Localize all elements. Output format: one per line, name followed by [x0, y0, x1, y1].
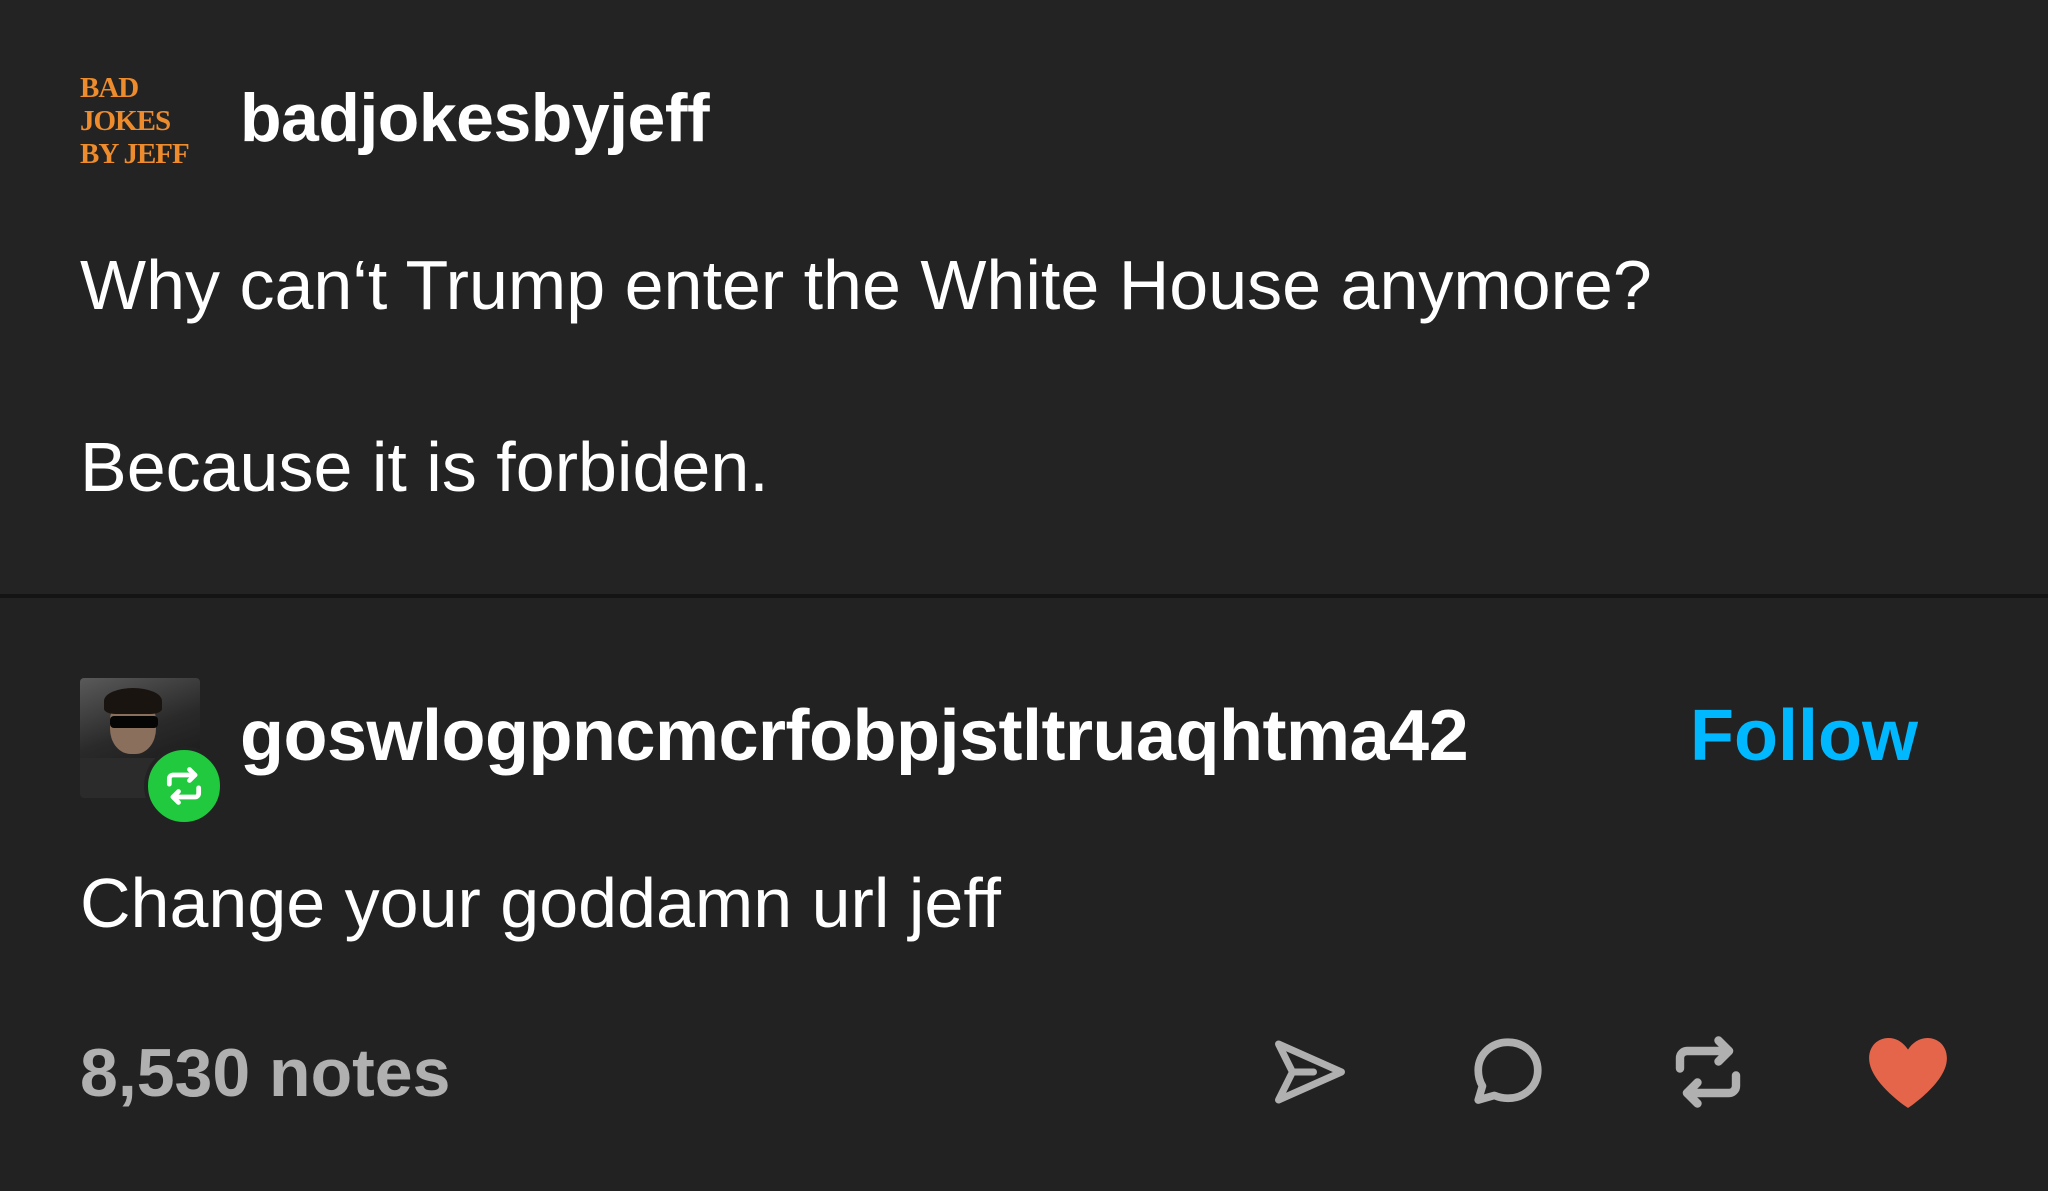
notes-count[interactable]: 8,530 notes — [80, 1028, 450, 1118]
comment-icon — [1474, 1038, 1542, 1104]
logo-line: JOKES — [80, 105, 171, 137]
comment-button[interactable] — [1460, 1024, 1556, 1120]
reblog-button[interactable] — [1660, 1024, 1756, 1120]
reblog-author-username[interactable]: goswlogpncmcrfobpjstltruaqhtma42 — [240, 688, 1469, 784]
post-question: Why can‘t Trump enter the White House an… — [80, 246, 1652, 324]
reblog-icon — [1675, 1036, 1741, 1108]
post-author-username[interactable]: badjokesbyjeff — [240, 70, 710, 166]
share-icon — [1275, 1040, 1345, 1104]
reblog-comment: Change your goddamn url jeff — [80, 864, 1001, 942]
logo-line: BAD — [80, 72, 139, 104]
follow-button[interactable]: Follow — [1690, 688, 1918, 784]
heart-icon — [1869, 1038, 1947, 1108]
share-button[interactable] — [1262, 1024, 1358, 1120]
post-answer: Because it is forbiden. — [80, 428, 769, 506]
logo-line: BY JEFF — [80, 138, 190, 170]
blog-logo[interactable]: BAD JOKES BY JEFF — [80, 72, 200, 172]
like-button[interactable] — [1860, 1024, 1956, 1120]
reblog-badge-icon — [144, 746, 224, 826]
